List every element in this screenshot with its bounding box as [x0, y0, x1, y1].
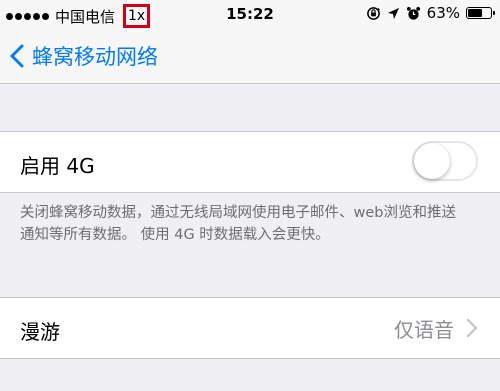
navigation-bar: 蜂窝移动网络: [0, 30, 500, 84]
roaming-label: 漫游: [20, 320, 60, 344]
chevron-left-icon: [10, 44, 24, 68]
enable-4g-row: 启用 4G: [0, 131, 500, 193]
roaming-row[interactable]: 漫游 仅语音: [0, 297, 500, 359]
location-arrow-icon: [387, 7, 399, 19]
toggle-knob: [414, 143, 450, 179]
enable-4g-footnote: 关闭蜂窝移动数据，通过无线局域网使用电子邮件、web浏览和推送通知等所有数据。 …: [20, 205, 456, 243]
battery-percent: 63%: [426, 4, 460, 22]
status-bar: 中国电信 1x 15:22 63%: [0, 0, 500, 30]
battery-icon: [466, 7, 495, 19]
enable-4g-label: 启用 4G: [20, 154, 95, 178]
chevron-right-icon: [466, 318, 478, 338]
back-button-label: 蜂窝移动网络: [32, 45, 158, 69]
lock-rotation-icon: [366, 6, 380, 20]
roaming-value: 仅语音: [394, 318, 454, 342]
alarm-icon: [406, 6, 420, 20]
back-button[interactable]: 蜂窝移动网络: [10, 41, 158, 71]
battery-level-fill: [468, 9, 482, 17]
enable-4g-toggle[interactable]: [412, 141, 478, 181]
status-bar-right: 63%: [366, 4, 495, 22]
